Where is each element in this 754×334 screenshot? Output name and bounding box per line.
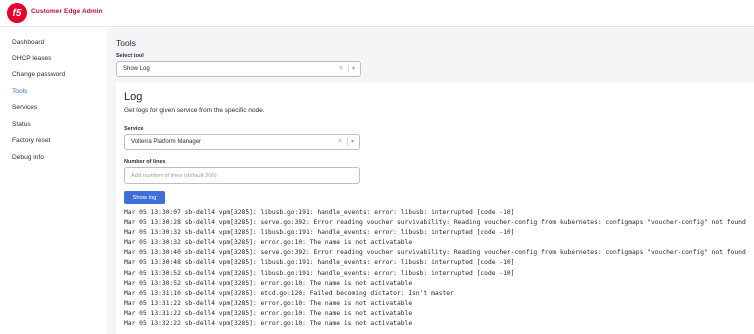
- log-line: Mar 05 13:30:48 sb-dell4 vpm[3285]: libu…: [124, 259, 515, 267]
- log-line: Mar 05 13:31:22 sb-dell4 vpm[3285]: erro…: [124, 299, 413, 307]
- log-description: Get logs for given service from the spec…: [124, 107, 265, 114]
- tool-select[interactable]: Show Log × ▼: [116, 61, 361, 77]
- sidebar-item-dhcp-leases[interactable]: DHCP leases: [12, 55, 51, 62]
- lines-label: Number of lines: [124, 159, 166, 165]
- log-line: Mar 05 13:30:07 sb-dell4 vpm[3285]: libu…: [124, 209, 515, 216]
- sidebar-item-factory-reset[interactable]: Factory reset: [12, 137, 50, 144]
- log-line: Mar 05 13:30:32 sb-dell4 vpm[3285]: libu…: [124, 229, 515, 237]
- main-content: Tools Select tool Show Log × ▼ Log Get l…: [107, 28, 754, 334]
- log-line: Mar 05 13:30:40 sb-dell4 vpm[3285]: serv…: [124, 249, 746, 257]
- show-log-button[interactable]: Show log: [124, 191, 165, 204]
- service-label: Service: [124, 126, 144, 132]
- sidebar-item-change-password[interactable]: Change password: [12, 71, 65, 78]
- f5-logo: f5: [7, 3, 27, 23]
- chevron-down-icon[interactable]: ▼: [350, 139, 355, 145]
- app-title: Customer Edge Admin: [31, 8, 103, 15]
- log-line: Mar 05 13:30:52 sb-dell4 vpm[3285]: erro…: [124, 279, 413, 287]
- sidebar-item-services[interactable]: Services: [12, 104, 37, 111]
- select-separator: [347, 138, 348, 146]
- log-card: Log Get logs for given service from the …: [116, 83, 754, 334]
- top-bar: f5 Customer Edge Admin: [0, 0, 754, 27]
- lines-input[interactable]: [124, 167, 360, 184]
- service-select-value: Volterra Platform Manager: [131, 139, 202, 145]
- service-select[interactable]: Volterra Platform Manager × ▼: [124, 134, 360, 150]
- sidebar-item-status[interactable]: Status: [12, 121, 31, 128]
- sidebar-item-tools[interactable]: Tools: [12, 88, 27, 95]
- log-line: Mar 05 13:31:10 sb-dell4 vpm[3285]: etcd…: [124, 289, 454, 297]
- close-icon[interactable]: ×: [339, 65, 343, 72]
- sidebar: Dashboard DHCP leases Change password To…: [0, 28, 107, 334]
- tool-select-value: Show Log: [123, 66, 150, 72]
- chevron-down-icon[interactable]: ▼: [351, 66, 356, 72]
- page-title: Tools: [116, 38, 136, 48]
- select-separator: [348, 65, 349, 73]
- log-title: Log: [124, 91, 143, 103]
- close-icon[interactable]: ×: [338, 138, 342, 145]
- sidebar-item-dashboard[interactable]: Dashboard: [12, 39, 44, 46]
- select-tool-label: Select tool: [116, 53, 144, 59]
- log-line: Mar 05 13:30:52 sb-dell4 vpm[3285]: libu…: [124, 269, 515, 277]
- log-output: Mar 05 13:30:07 sb-dell4 vpm[3285]: libu…: [124, 208, 754, 334]
- log-line: Mar 05 13:30:28 sb-dell4 vpm[3285]: serv…: [124, 219, 746, 227]
- sidebar-item-debug-info[interactable]: Debug info: [12, 154, 44, 161]
- log-line: Mar 05 13:30:32 sb-dell4 vpm[3285]: erro…: [124, 239, 413, 247]
- log-line: Mar 05 13:31:22 sb-dell4 vpm[3285]: erro…: [124, 309, 413, 317]
- log-line: Mar 05 13:32:22 sb-dell4 vpm[3285]: erro…: [124, 320, 413, 328]
